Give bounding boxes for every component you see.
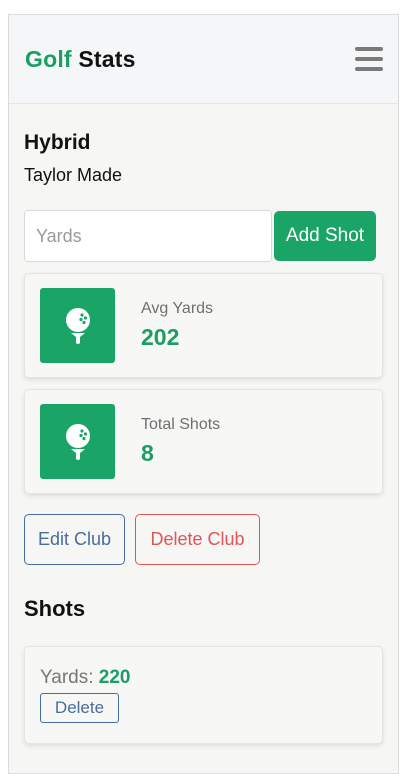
app-frame: Golf Stats Hybrid Taylor Made Add Shot: [8, 14, 399, 774]
navbar: Golf Stats: [9, 15, 398, 104]
stat-label: Avg Yards: [141, 300, 214, 317]
brand-rest: Stats: [78, 45, 136, 72]
golf-ball-on-tee-icon: [40, 288, 115, 363]
stat-label: Total Shots: [141, 416, 221, 433]
shot-yards-value: 220: [98, 667, 131, 688]
club-actions: Edit Club Delete Club: [24, 514, 383, 565]
yards-input[interactable]: [24, 210, 272, 262]
shots-heading: Shots: [24, 596, 86, 621]
shot-yards: Yards: 220: [40, 667, 367, 689]
delete-shot-button[interactable]: Delete: [40, 693, 119, 723]
stat-card-total-shots: Total Shots 8: [24, 389, 383, 494]
club-name: Hybrid: [24, 131, 91, 154]
golf-ball-on-tee-icon: [40, 404, 115, 479]
brand-accent: Golf: [25, 45, 72, 72]
add-shot-button[interactable]: Add Shot: [274, 211, 376, 261]
main-content: Hybrid Taylor Made Add Shot Avg Yards 20…: [9, 131, 398, 744]
delete-club-button[interactable]: Delete Club: [135, 514, 260, 565]
brand-logo[interactable]: Golf Stats: [25, 46, 136, 73]
stat-value: 202: [141, 324, 180, 350]
add-shot-form: Add Shot: [24, 210, 383, 262]
shot-list-item: Yards: 220 Delete: [24, 646, 383, 744]
hamburger-menu-icon[interactable]: [355, 47, 383, 71]
shot-yards-label: Yards:: [40, 667, 94, 688]
club-brand: Taylor Made: [24, 165, 123, 185]
stat-value: 8: [141, 440, 154, 466]
stat-card-avg-yards: Avg Yards 202: [24, 273, 383, 378]
edit-club-button[interactable]: Edit Club: [24, 514, 125, 565]
